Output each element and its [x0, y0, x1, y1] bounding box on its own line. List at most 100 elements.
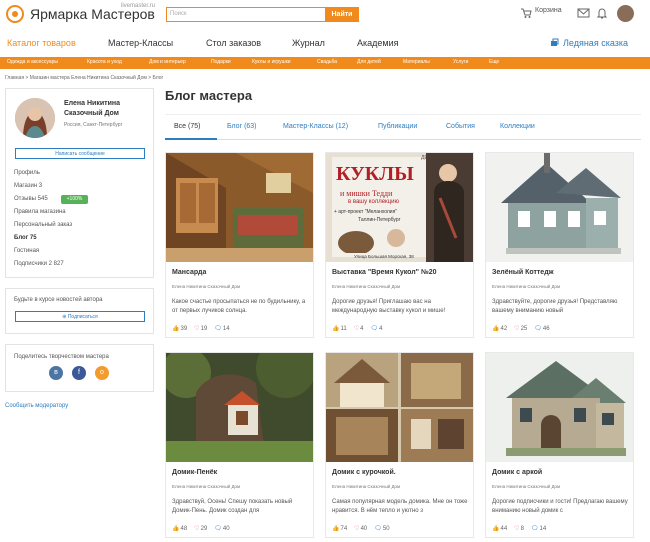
- menu-followers[interactable]: Подписчики 2 827: [14, 261, 64, 267]
- report-moderator-link[interactable]: Сообщить модератору: [5, 403, 68, 409]
- post-stats: 👍11 ♡4 🗨4: [332, 325, 389, 332]
- cat-gifts[interactable]: Подарки: [211, 59, 231, 65]
- cat-clothes[interactable]: Одежда и аксессуары: [7, 59, 58, 65]
- post-title[interactable]: Мансарда: [172, 269, 206, 276]
- nav-journal[interactable]: Журнал: [292, 38, 325, 48]
- post-image-arch-house[interactable]: [486, 353, 633, 462]
- logo-icon[interactable]: [6, 5, 24, 23]
- poster-subtitle: и мишки Тедди: [340, 189, 393, 198]
- post-image-hen-house[interactable]: [326, 353, 473, 462]
- post-author[interactable]: Елена Никитина Сказочный Дом: [172, 284, 240, 289]
- odnoklassniki-icon[interactable]: о: [95, 366, 109, 380]
- top-header: Ярмарка Мастеров livemaster.ru Поиск Най…: [0, 0, 650, 30]
- comment-icon[interactable]: 🗨: [214, 526, 222, 532]
- heart-icon[interactable]: ♡: [354, 326, 359, 332]
- post-title[interactable]: Выставка "Время Кукол" №20: [332, 269, 437, 276]
- blog-post-card[interactable]: Мансарда Елена Никитина Сказочный Дом Ка…: [165, 152, 314, 338]
- post-title[interactable]: Домик с курочкой.: [332, 469, 396, 476]
- hearts-count: 29: [200, 526, 208, 532]
- comment-icon[interactable]: 🗨: [374, 526, 382, 532]
- comments-count: 14: [539, 526, 547, 532]
- post-image-cottage[interactable]: [486, 153, 633, 262]
- heart-icon[interactable]: ♡: [514, 326, 519, 332]
- like-icon[interactable]: 👍: [332, 526, 339, 532]
- post-image-stump[interactable]: [166, 353, 313, 462]
- cat-home[interactable]: Дом и интерьер: [149, 59, 186, 65]
- blog-post-card[interactable]: Домик с курочкой. Елена Никитина Сказочн…: [325, 352, 474, 538]
- facebook-icon[interactable]: f: [72, 366, 86, 380]
- breadcrumb[interactable]: Главная > Магазин мастера Елена Никитина…: [5, 75, 163, 81]
- blog-post-card[interactable]: ДЕКОРИЯ КУКЛЫ и мишки Тедди в вашу колле…: [325, 152, 474, 338]
- heart-icon[interactable]: ♡: [514, 526, 519, 532]
- menu-rules[interactable]: Правила магазина: [14, 209, 66, 215]
- heart-icon[interactable]: ♡: [194, 526, 199, 532]
- comment-icon[interactable]: 🗨: [370, 326, 378, 332]
- tab-blog[interactable]: Блог (63): [227, 123, 257, 130]
- like-icon[interactable]: 👍: [492, 326, 499, 332]
- nav-orders[interactable]: Стол заказов: [206, 38, 261, 48]
- profile-name[interactable]: Елена Никитина Сказочный Дом: [64, 99, 149, 119]
- post-title[interactable]: Зелёный Коттедж: [492, 269, 554, 276]
- blog-post-card[interactable]: Домик с аркой Елена Никитина Сказочный Д…: [485, 352, 634, 538]
- tab-publications[interactable]: Публикации: [378, 123, 417, 130]
- nav-ice-tale[interactable]: Ледяная сказка: [563, 38, 628, 48]
- nav-academy[interactable]: Академия: [357, 38, 399, 48]
- user-avatar[interactable]: [617, 5, 634, 22]
- cat-more[interactable]: Еще: [489, 59, 499, 65]
- post-author[interactable]: Елена Никитина Сказочный Дом: [172, 484, 240, 489]
- heart-icon[interactable]: ♡: [354, 526, 359, 532]
- bell-icon[interactable]: [596, 7, 608, 19]
- post-image-attic[interactable]: [166, 153, 313, 262]
- search-input[interactable]: Поиск: [166, 7, 326, 22]
- nav-catalog[interactable]: Каталог товаров: [7, 38, 76, 48]
- menu-blog[interactable]: Блог 75: [14, 235, 37, 241]
- like-icon[interactable]: 👍: [332, 326, 339, 332]
- tab-masterclasses[interactable]: Мастер-Классы (12): [283, 123, 348, 130]
- send-message-button[interactable]: Написать сообщение: [15, 148, 145, 159]
- tab-collections[interactable]: Коллекции: [500, 123, 535, 130]
- vk-icon[interactable]: в: [49, 366, 63, 380]
- profile-photo[interactable]: [15, 98, 55, 138]
- comments-count: 40: [222, 526, 230, 532]
- cat-materials[interactable]: Материалы: [403, 59, 430, 65]
- blog-post-card[interactable]: Домик-Пенёк Елена Никитина Сказочный Дом…: [165, 352, 314, 538]
- post-author[interactable]: Елена Никитина Сказочный Дом: [332, 284, 400, 289]
- post-author[interactable]: Елена Никитина Сказочный Дом: [492, 484, 560, 489]
- like-icon[interactable]: 👍: [492, 526, 499, 532]
- comment-icon[interactable]: 🗨: [214, 326, 222, 332]
- likes-count: 11: [340, 326, 347, 332]
- post-author[interactable]: Елена Никитина Сказочный Дом: [492, 284, 560, 289]
- like-icon[interactable]: 👍: [172, 526, 179, 532]
- tab-events[interactable]: События: [446, 123, 475, 130]
- menu-lounge[interactable]: Гостиная: [14, 248, 39, 254]
- blog-post-card[interactable]: Зелёный Коттедж Елена Никитина Сказочный…: [485, 152, 634, 338]
- nav-masterclasses[interactable]: Мастер-Классы: [108, 38, 173, 48]
- cat-wedding[interactable]: Свадьба: [317, 59, 337, 65]
- cat-kids[interactable]: Для детей: [357, 59, 381, 65]
- menu-profile[interactable]: Профиль: [14, 170, 40, 176]
- cat-beauty[interactable]: Красота и уход: [87, 59, 122, 65]
- post-author[interactable]: Елена Никитина Сказочный Дом: [332, 484, 400, 489]
- likes-count: 48: [180, 526, 188, 532]
- heart-icon[interactable]: ♡: [194, 326, 199, 332]
- mail-icon[interactable]: [577, 7, 590, 19]
- blog-tabs: Все (75) Блог (63) Мастер-Классы (12) Пу…: [165, 114, 641, 140]
- like-icon[interactable]: 👍: [172, 326, 179, 332]
- post-title[interactable]: Домик-Пенёк: [172, 469, 217, 476]
- comment-icon[interactable]: 🗨: [534, 326, 542, 332]
- cart-icon[interactable]: [520, 7, 532, 19]
- comment-icon[interactable]: 🗨: [531, 526, 539, 532]
- cat-dolls[interactable]: Куклы и игрушки: [252, 59, 291, 65]
- subscribe-button[interactable]: ⊕ Подписаться: [15, 311, 145, 322]
- cat-services[interactable]: Услуги: [453, 59, 468, 65]
- search-button[interactable]: Найти: [325, 7, 359, 22]
- tab-all[interactable]: Все (75): [174, 123, 200, 130]
- post-title[interactable]: Домик с аркой: [492, 469, 542, 476]
- menu-custom-order[interactable]: Персональный заказ: [14, 222, 72, 228]
- cart-label[interactable]: Корзина: [535, 7, 562, 14]
- post-image-poster[interactable]: ДЕКОРИЯ КУКЛЫ и мишки Тедди в вашу колле…: [326, 153, 473, 262]
- menu-shop[interactable]: Магазин 3: [14, 183, 42, 189]
- hearts-count: 40: [360, 526, 368, 532]
- post-stats: 👍48 ♡29 🗨40: [172, 525, 237, 532]
- menu-reviews[interactable]: Отзывы 545: [14, 196, 48, 202]
